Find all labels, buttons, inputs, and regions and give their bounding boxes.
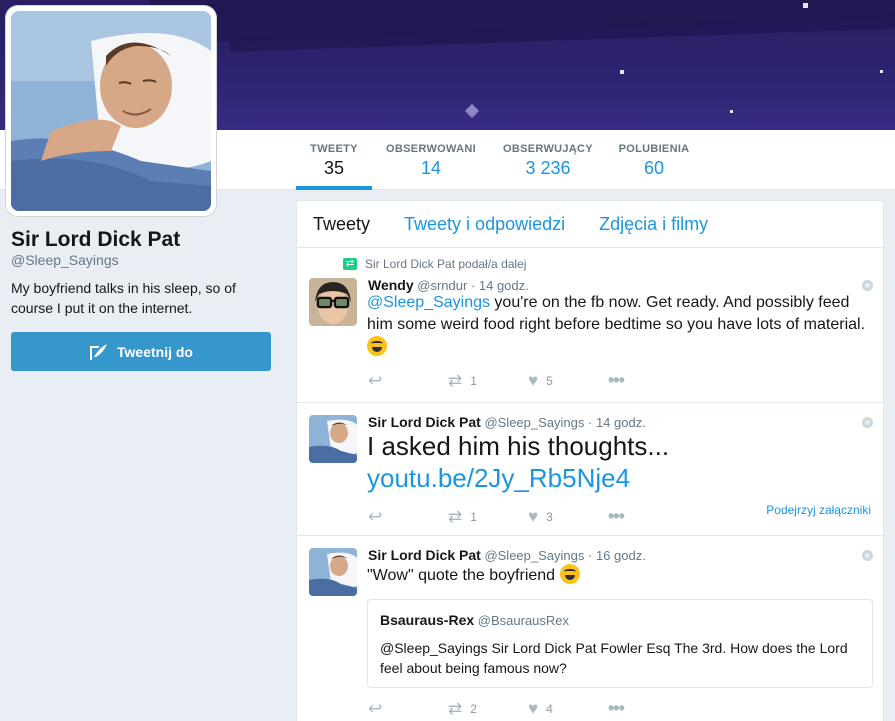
retweet-context-text[interactable]: Sir Lord Dick Pat podał/a dalej [365,257,526,271]
like-count: 4 [546,701,553,716]
reply-icon: ↩ [368,370,383,390]
like-button[interactable]: ♥ 4 [528,699,608,719]
stat-tweets[interactable]: TWEETY 35 [296,130,372,190]
retweet-count: 1 [470,509,477,524]
avatar-photo [11,11,211,211]
timeline: Tweety Tweety i odpowiedzi Zdjęcia i fil… [296,200,884,721]
retweet-button[interactable]: ⇄ 1 [448,507,528,527]
tweet-avatar[interactable] [309,548,357,596]
tab-tweets[interactable]: Tweety [313,214,370,235]
retweet-button[interactable]: ⇄ 1 [448,371,528,391]
stat-following[interactable]: OBSERWOWANI 14 [385,130,477,190]
joy-emoji-icon [367,336,387,356]
quoted-tweet[interactable]: Bsauraus-Rex @BsaurausRex @Sleep_Sayings… [367,599,873,688]
retweet-icon: ⇄ [448,506,463,526]
tweet-author[interactable]: Wendy [368,277,414,293]
tweet-text: @Sleep_Sayings you're on the fb now. Get… [367,292,871,359]
tweet-to-button[interactable]: Tweetnij do [11,332,271,371]
reply-icon: ↩ [368,698,383,718]
tab-tweets-replies[interactable]: Tweety i odpowiedzi [404,214,565,235]
retweet-icon: ⇄ [448,698,463,718]
quote-text: @Sleep_Sayings Sir Lord Dick Pat Fowler … [380,640,848,676]
stat-value: 14 [420,158,442,178]
stat-likes[interactable]: POLUBIENIA 60 [618,130,690,190]
tweet-text-content: "Wow" quote the boyfriend [367,567,560,584]
tweet-text: I asked him his thoughts... youtu.be/2Jy… [367,430,871,494]
tweet-time[interactable]: · 14 godz. [471,278,529,293]
retweet-context: ⇄ Sir Lord Dick Pat podał/a dalej [343,257,526,271]
profile-handle[interactable]: @Sleep_Sayings [11,252,119,268]
like-count: 3 [546,509,553,524]
tweet-menu-icon[interactable] [862,280,873,291]
tweet-author[interactable]: Sir Lord Dick Pat [368,547,481,563]
tweet-time[interactable]: · 16 godz. [588,548,646,563]
profile-avatar[interactable] [6,6,216,216]
stat-value: 3 236 [525,158,571,178]
tweet-handle[interactable]: @Sleep_Sayings [484,415,584,430]
retweet-count: 1 [470,373,477,388]
more-button[interactable]: ••• [608,370,688,391]
like-count: 5 [546,373,553,388]
quote-handle: @BsaurausRex [477,613,570,628]
timeline-tabs: Tweety Tweety i odpowiedzi Zdjęcia i fil… [297,201,883,248]
tweet-text-content: I asked him his thoughts... [367,431,670,461]
tweet-item[interactable]: Sir Lord Dick Pat @Sleep_Sayings · 16 go… [297,536,883,721]
like-button[interactable]: ♥ 3 [528,507,608,527]
tweet-menu-icon[interactable] [862,550,873,561]
quote-author: Bsauraus-Rex [380,612,475,628]
joy-emoji-icon [559,564,580,584]
stat-label: OBSERWOWANI [386,143,476,155]
tweet-link[interactable]: youtu.be/2Jy_Rb5Nje4 [367,463,630,493]
tweet-menu-icon[interactable] [862,417,873,428]
reply-button[interactable]: ↩ [368,507,448,527]
stat-label: OBSERWUJĄCY [503,143,593,155]
stat-label: POLUBIENIA [618,143,690,155]
heart-icon: ♥ [528,370,539,390]
heart-icon: ♥ [528,698,539,718]
tweet-handle[interactable]: @srndur [417,278,467,293]
view-attachments-link[interactable]: Podejrzyj załączniki [766,503,871,517]
more-icon: ••• [608,698,625,718]
tweet-avatar[interactable] [309,278,357,326]
tweet-time[interactable]: · 14 godz. [588,415,646,430]
tweet-avatar[interactable] [309,415,357,463]
reply-icon: ↩ [368,506,383,526]
more-icon: ••• [608,506,625,526]
like-button[interactable]: ♥ 5 [528,371,608,391]
stat-value: 35 [323,158,345,178]
tweet-mention[interactable]: @Sleep_Sayings [367,294,490,311]
retweet-icon: ⇄ [448,370,463,390]
tweet-author[interactable]: Sir Lord Dick Pat [368,414,481,430]
reply-button[interactable]: ↩ [368,371,448,391]
profile-name[interactable]: Sir Lord Dick Pat [11,228,180,252]
more-button[interactable]: ••• [608,506,688,527]
profile-bio: My boyfriend talks in his sleep, so of c… [11,280,236,316]
reply-button[interactable]: ↩ [368,699,448,719]
retweet-button[interactable]: ⇄ 2 [448,699,528,719]
stat-value: 60 [643,158,665,178]
stat-followers[interactable]: OBSERWUJĄCY 3 236 [501,130,595,190]
compose-icon [90,343,108,360]
more-icon: ••• [608,370,625,390]
tweet-item[interactable]: Sir Lord Dick Pat @Sleep_Sayings · 14 go… [297,403,883,536]
tweet-actions: ↩ ⇄ 1 ♥ 3 ••• [368,506,688,527]
tweet-actions: ↩ ⇄ 2 ♥ 4 ••• [368,698,688,719]
more-button[interactable]: ••• [608,698,688,719]
tweet-text: "Wow" quote the boyfriend [367,564,871,587]
tweet-handle[interactable]: @Sleep_Sayings [484,548,584,563]
heart-icon: ♥ [528,506,539,526]
retweet-count: 2 [470,701,477,716]
tab-media[interactable]: Zdjęcia i filmy [599,214,708,235]
tweet-item[interactable]: ⇄ Sir Lord Dick Pat podał/a dalej Wendy … [297,248,883,403]
retweet-icon: ⇄ [343,258,357,270]
stat-label: TWEETY [310,143,358,155]
tweet-actions: ↩ ⇄ 1 ♥ 5 ••• [368,370,688,391]
tweet-to-label: Tweetnij do [117,343,193,360]
